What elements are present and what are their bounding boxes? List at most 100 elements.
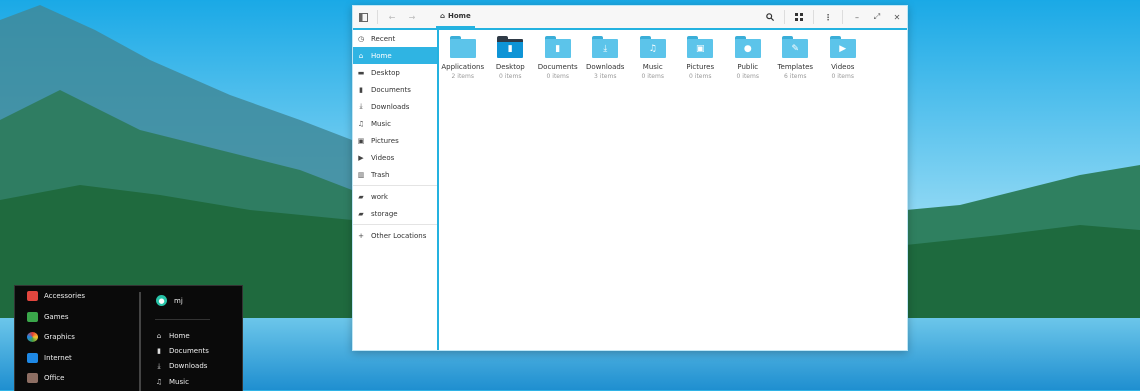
folder-name: Downloads: [586, 63, 625, 71]
folder-item-count: 0 items: [689, 73, 712, 80]
minimize-icon: –: [855, 12, 859, 22]
sidebar-item-trash[interactable]: ▥ Trash: [353, 166, 437, 183]
sidebar-item-work[interactable]: ▰ work: [353, 188, 437, 205]
sidebar-item-storage[interactable]: ▰ storage: [353, 205, 437, 222]
menu-button[interactable]: ⋮: [818, 7, 838, 27]
document-icon: ▮: [359, 85, 363, 94]
sidebar-item-documents[interactable]: ▮ Documents: [353, 81, 437, 98]
place-label: Home: [169, 331, 190, 340]
sidebar-item-music[interactable]: ♫ Music: [353, 115, 437, 132]
place-label: Music: [169, 377, 189, 386]
sidebar-item-downloads[interactable]: ⤓ Downloads: [353, 98, 437, 115]
header-bar: ← → ⌂ Home ⋮ – ⤢ ✕: [353, 6, 907, 30]
place-label: Documents: [169, 346, 209, 355]
category-internet[interactable]: Internet: [15, 348, 138, 369]
folder-icon: ▰: [358, 192, 364, 201]
folder-name: Documents: [537, 63, 578, 71]
folder-name: Pictures: [686, 63, 715, 71]
sidebar-item-videos[interactable]: ▶ Videos: [353, 149, 437, 166]
office-icon: [27, 373, 38, 384]
category-office[interactable]: Office: [15, 368, 138, 389]
sidebar-item-recent[interactable]: ◷ Recent: [353, 30, 437, 47]
folder-public[interactable]: ● Public 0 items: [724, 34, 772, 94]
sidebar-item-label: Downloads: [371, 102, 410, 111]
grid-icon: [795, 13, 803, 21]
music-icon: ♫: [357, 119, 365, 128]
category-label: Accessories: [44, 292, 86, 301]
download-icon: ⤓: [359, 102, 363, 110]
folder-name: Templates: [777, 63, 814, 71]
folder-item-count: 2 items: [451, 73, 474, 80]
folder-item-count: 0 items: [546, 73, 569, 80]
folder-name: Music: [642, 63, 663, 71]
picture-icon: ▣: [357, 136, 365, 145]
search-button[interactable]: [760, 7, 780, 27]
folder-item-count: 0 items: [831, 73, 854, 80]
user-account[interactable]: ● mj: [156, 295, 183, 306]
menu-place-documents[interactable]: ▮ Documents: [155, 343, 209, 358]
file-manager-window: ← → ⌂ Home ⋮ – ⤢ ✕ ◷ Recent ⌂ Home ▬ Des…: [352, 5, 908, 351]
folder-name: Public: [737, 63, 759, 71]
back-button[interactable]: ←: [382, 7, 402, 27]
category-list: Accessories Games Graphics Internet Offi…: [15, 286, 138, 389]
desktop-icon: ▬: [357, 68, 365, 77]
menu-place-music[interactable]: ♫ Music: [155, 374, 209, 389]
sidebar-item-label: Videos: [371, 153, 395, 162]
folder-name: Videos: [831, 63, 855, 71]
header-separator: [377, 10, 378, 24]
folder-applications[interactable]: Applications 2 items: [439, 34, 487, 94]
menu-place-downloads[interactable]: ⤓ Downloads: [155, 359, 209, 374]
minimize-button[interactable]: –: [847, 7, 867, 27]
category-label: Games: [44, 312, 69, 321]
sidebar-item-label: Home: [371, 51, 392, 60]
sidebar-item-other-locations[interactable]: + Other Locations: [353, 227, 437, 244]
category-label: Internet: [44, 353, 72, 362]
sidebar-item-pictures[interactable]: ▣ Pictures: [353, 132, 437, 149]
user-divider: [155, 319, 210, 320]
sidebar-divider: [353, 185, 437, 186]
category-label: Graphics: [44, 333, 75, 342]
category-graphics[interactable]: Graphics: [15, 327, 138, 348]
folder-name: Desktop: [495, 63, 525, 71]
sidebar-item-label: Recent: [371, 34, 396, 43]
home-icon: ⌂: [440, 12, 446, 20]
folder-documents[interactable]: ▮ Documents 0 items: [534, 34, 582, 94]
folder-pictures[interactable]: ▣ Pictures 0 items: [677, 34, 725, 94]
folder-name: Applications: [441, 63, 485, 71]
documents-folder-icon: ▮: [544, 36, 571, 58]
plus-icon: +: [358, 231, 364, 240]
close-button[interactable]: ✕: [887, 7, 907, 27]
sidebar-divider: [353, 224, 437, 225]
maximize-button[interactable]: ⤢: [867, 7, 887, 27]
folder-grid: Applications 2 items ▮ Desktop 0 items ▮…: [439, 30, 907, 94]
arrow-right-icon: →: [408, 12, 416, 22]
sidebar-item-label: Documents: [371, 85, 411, 94]
home-icon: ⌂: [156, 331, 162, 340]
search-icon: [766, 13, 774, 21]
sidebar-item-label: work: [371, 192, 388, 201]
folder-templates[interactable]: ✎ Templates 6 items: [772, 34, 820, 94]
sidebar-item-label: Desktop: [371, 68, 400, 77]
folder-music[interactable]: ♫ Music 0 items: [629, 34, 677, 94]
folder-videos[interactable]: ▶ Videos 0 items: [819, 34, 867, 94]
sidebar-item-home[interactable]: ⌂ Home: [353, 47, 437, 64]
path-bar-home[interactable]: ⌂ Home: [436, 6, 475, 28]
sidebar-item-label: Other Locations: [371, 231, 427, 240]
header-separator: [813, 10, 814, 24]
folder-desktop[interactable]: ▮ Desktop 0 items: [487, 34, 535, 94]
music-icon: ♫: [155, 377, 163, 386]
menu-place-home[interactable]: ⌂ Home: [155, 328, 209, 343]
close-icon: ✕: [893, 12, 901, 22]
category-accessories[interactable]: Accessories: [15, 286, 138, 307]
sidebar-item-label: Music: [371, 119, 391, 128]
folder-item-count: 3 items: [594, 73, 617, 80]
videos-folder-icon: ▶: [829, 36, 856, 58]
sidebar-toggle-button[interactable]: [353, 7, 373, 27]
category-games[interactable]: Games: [15, 307, 138, 328]
folder-downloads[interactable]: ⤓ Downloads 3 items: [582, 34, 630, 94]
sidebar-item-label: Pictures: [371, 136, 399, 145]
view-grid-button[interactable]: [789, 7, 809, 27]
graphics-icon: [27, 332, 38, 343]
sidebar-item-desktop[interactable]: ▬ Desktop: [353, 64, 437, 81]
forward-button[interactable]: →: [402, 7, 422, 27]
